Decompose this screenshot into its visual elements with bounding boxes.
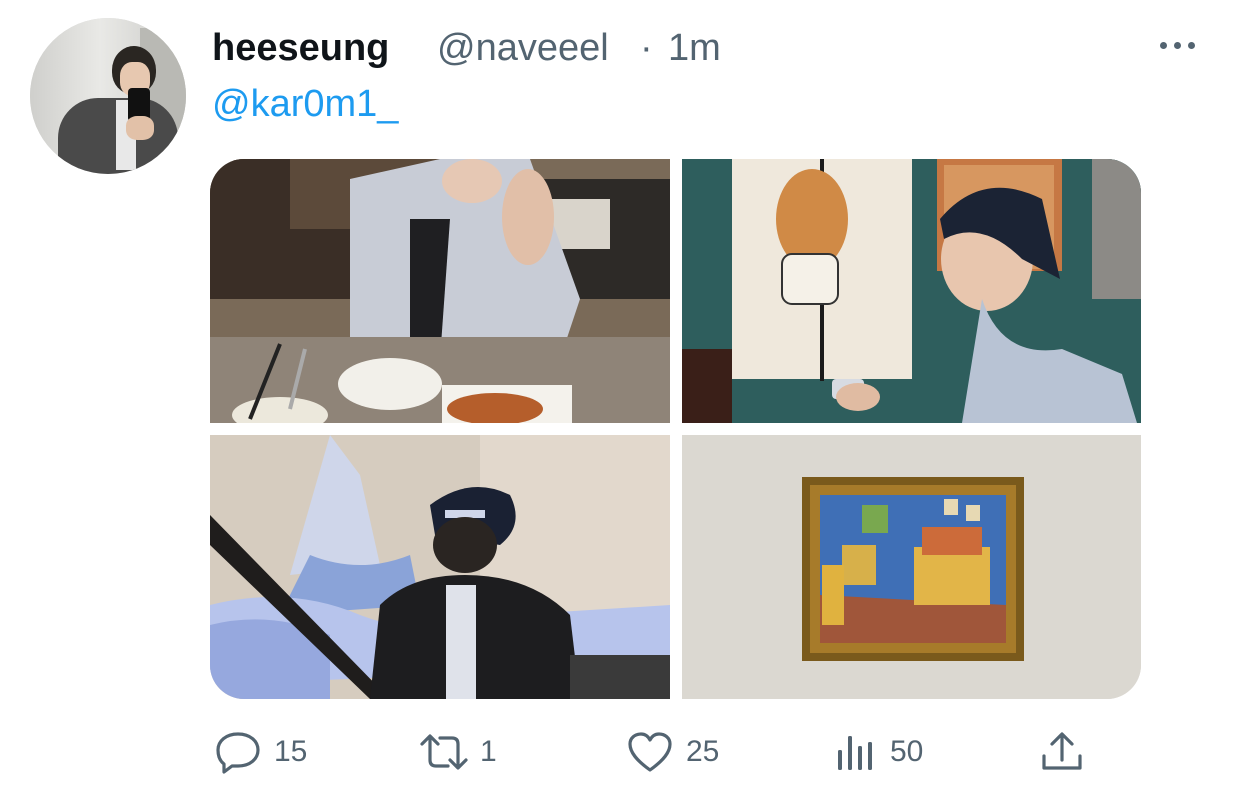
reply-count: 15 <box>274 735 308 768</box>
reply-button[interactable]: 15 <box>214 730 307 774</box>
photo-painting[interactable] <box>682 435 1141 699</box>
share-icon <box>1038 730 1086 774</box>
avatar[interactable] <box>30 18 186 174</box>
more-horizontal-icon[interactable] <box>1156 30 1200 60</box>
user-handle[interactable]: @naveeel <box>437 26 609 70</box>
separator-dot: · <box>640 27 653 69</box>
photo-grid <box>210 159 1141 699</box>
retweet-button[interactable]: 1 <box>416 730 497 774</box>
views-count: 50 <box>890 735 924 768</box>
display-name[interactable]: heeseung <box>212 26 389 70</box>
photo-cafe-curtain[interactable] <box>682 159 1141 423</box>
photo-restaurant[interactable] <box>210 159 670 423</box>
timestamp[interactable]: 1m <box>668 26 721 70</box>
photo-cap-stairs[interactable] <box>210 435 670 699</box>
retweet-icon <box>416 730 472 774</box>
share-button[interactable] <box>1038 730 1086 774</box>
reply-mention-link[interactable]: @kar0m1_ <box>212 82 398 126</box>
like-icon <box>626 730 674 774</box>
avatar-hand <box>126 116 154 140</box>
retweet-count: 1 <box>480 735 497 768</box>
reply-icon <box>214 730 262 774</box>
like-button[interactable]: 25 <box>626 730 719 774</box>
views-button[interactable]: 50 <box>834 730 923 774</box>
views-icon <box>834 730 878 774</box>
like-count: 25 <box>686 735 720 768</box>
